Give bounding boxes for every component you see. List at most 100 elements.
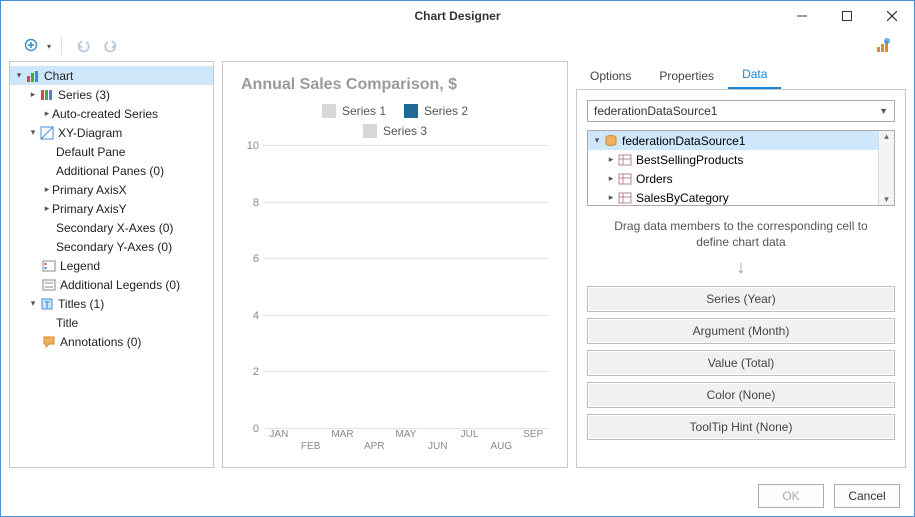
tree-label: Series (3) (58, 88, 110, 102)
slot-color[interactable]: Color (None) (587, 382, 895, 408)
slot-argument[interactable]: Argument (Month) (587, 318, 895, 344)
cancel-button[interactable]: Cancel (834, 484, 900, 508)
window-buttons (779, 1, 914, 31)
tree-node-chart[interactable]: ▾Chart (10, 66, 213, 85)
tree-label: Auto-created Series (52, 107, 158, 121)
slot-tooltip[interactable]: ToolTip Hint (None) (587, 414, 895, 440)
add-dropdown-icon[interactable]: ▾ (47, 42, 51, 51)
table-icon (617, 152, 633, 168)
tree-node-legend[interactable]: Legend (10, 256, 213, 275)
tree-label: Default Pane (56, 145, 125, 159)
tree-node-titles[interactable]: ▾TTitles (1) (10, 294, 213, 313)
add-button[interactable] (21, 35, 43, 57)
scroll-up-icon[interactable]: ▴ (884, 131, 889, 142)
y-axis: 0246810 (237, 146, 263, 429)
tab-options[interactable]: Options (576, 63, 645, 89)
down-arrow-icon: ↓ (587, 258, 895, 276)
tree-label: Additional Panes (0) (56, 164, 164, 178)
tree-node-annotations[interactable]: Annotations (0) (10, 332, 213, 351)
x-tick-label: AUG (490, 441, 512, 452)
x-tick-label: JAN (269, 429, 288, 440)
ds-node-item[interactable]: ▸BestSellingProducts (588, 150, 894, 169)
tree-label: Additional Legends (0) (60, 278, 180, 292)
x-tick-label: MAY (396, 429, 417, 440)
legend-swatch (404, 104, 418, 118)
tree-node-primary-axis-y[interactable]: ▸Primary AxisY (10, 199, 213, 218)
titlebar: Chart Designer (1, 1, 914, 31)
minimize-button[interactable] (779, 1, 824, 31)
ds-label: federationDataSource1 (622, 134, 745, 148)
right-panel: Options Properties Data federationDataSo… (576, 61, 906, 468)
tree-label: Annotations (0) (60, 335, 141, 349)
legend-label: Series 1 (342, 104, 386, 118)
ds-label: Orders (636, 172, 673, 186)
diagram-icon (39, 125, 55, 141)
tab-data[interactable]: Data (728, 61, 781, 89)
chart-designer-window: Chart Designer ▾ ▾Chart ▸Series (3) ▸Aut… (0, 0, 915, 517)
tree-node-additional-legends[interactable]: Additional Legends (0) (10, 275, 213, 294)
y-tick-label: 4 (253, 310, 259, 322)
tree-node-primary-axis-x[interactable]: ▸Primary AxisX (10, 180, 213, 199)
x-tick-label: SEP (523, 429, 543, 440)
legends-icon (41, 277, 57, 293)
window-title: Chart Designer (414, 9, 500, 23)
legend-item: Series 3 (363, 124, 427, 138)
tree-label: XY-Diagram (58, 126, 122, 140)
chart-plot: 0246810 JANFEBMARAPRMAYJUNJULAUGSEP (237, 146, 553, 457)
tree-node-secondary-x[interactable]: Secondary X-Axes (0) (10, 218, 213, 237)
legend-icon (41, 258, 57, 274)
maximize-button[interactable] (824, 1, 869, 31)
chevron-down-icon: ▼ (879, 106, 888, 116)
redo-button[interactable] (100, 35, 122, 57)
scrollbar[interactable]: ▴▾ (878, 131, 894, 205)
chart-bars (263, 146, 549, 429)
chart-legend: Series 1 Series 2 Series 3 (285, 104, 505, 138)
annotation-icon (41, 334, 57, 350)
title-icon: T (39, 296, 55, 312)
tab-properties[interactable]: Properties (645, 63, 728, 89)
footer: OK Cancel (1, 476, 914, 516)
svg-text:T: T (44, 300, 50, 310)
chart-icon (25, 68, 41, 84)
series-icon (39, 87, 55, 103)
ds-node-root[interactable]: ▾federationDataSource1 (588, 131, 894, 150)
main-area: ▾Chart ▸Series (3) ▸Auto-created Series … (1, 61, 914, 476)
data-tab-body: federationDataSource1 ▼ ▾federationDataS… (576, 89, 906, 468)
x-tick-label: JUN (428, 441, 447, 452)
palette-button[interactable] (872, 35, 894, 57)
datasource-combo[interactable]: federationDataSource1 ▼ (587, 100, 895, 122)
y-tick-label: 2 (253, 366, 259, 378)
tree-node-title[interactable]: Title (10, 313, 213, 332)
tree-node-series[interactable]: ▸Series (3) (10, 85, 213, 104)
ok-button[interactable]: OK (758, 484, 824, 508)
y-tick-label: 0 (253, 423, 259, 435)
tree-node-secondary-y[interactable]: Secondary Y-Axes (0) (10, 237, 213, 256)
ds-node-item[interactable]: ▸SalesByCategory (588, 188, 894, 206)
legend-item: Series 1 (322, 104, 386, 118)
tree-node-additional-panes[interactable]: Additional Panes (0) (10, 161, 213, 180)
toolbar: ▾ (1, 31, 914, 61)
tree-node-default-pane[interactable]: Default Pane (10, 142, 213, 161)
close-button[interactable] (869, 1, 914, 31)
x-tick-label: APR (364, 441, 385, 452)
tree-node-xy-diagram[interactable]: ▾XY-Diagram (10, 123, 213, 142)
tree-label: Primary AxisX (52, 183, 127, 197)
ds-label: BestSellingProducts (636, 153, 743, 167)
scroll-down-icon[interactable]: ▾ (884, 194, 889, 205)
slot-value[interactable]: Value (Total) (587, 350, 895, 376)
tree-node-auto-series[interactable]: ▸Auto-created Series (10, 104, 213, 123)
datasource-tree[interactable]: ▾federationDataSource1 ▸BestSellingProdu… (587, 130, 895, 206)
ds-node-item[interactable]: ▸Orders (588, 169, 894, 188)
legend-label: Series 2 (424, 104, 468, 118)
undo-button[interactable] (72, 35, 94, 57)
tree-label: Primary AxisY (52, 202, 127, 216)
datasource-icon (603, 133, 619, 149)
legend-swatch (363, 124, 377, 138)
structure-tree[interactable]: ▾Chart ▸Series (3) ▸Auto-created Series … (9, 61, 214, 468)
tree-label: Secondary Y-Axes (0) (56, 240, 172, 254)
slot-series[interactable]: Series (Year) (587, 286, 895, 312)
legend-label: Series 3 (383, 124, 427, 138)
tree-label: Title (56, 316, 78, 330)
tab-bar: Options Properties Data (576, 61, 906, 89)
y-tick-label: 10 (247, 140, 259, 152)
